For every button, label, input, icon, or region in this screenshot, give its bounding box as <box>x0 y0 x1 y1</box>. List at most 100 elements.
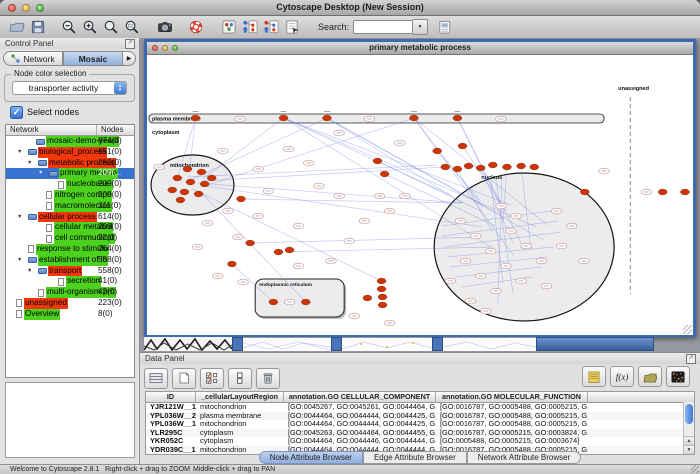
selected-gene-node[interactable] <box>503 164 512 170</box>
selected-gene-node[interactable] <box>194 191 203 197</box>
table-row[interactable]: YLR295Ccytoplasm[GO:0045263, GO:0044464,… <box>146 429 694 438</box>
expand-arrow-icon[interactable]: ▼ <box>27 160 32 166</box>
session-doc-icon[interactable] <box>436 18 454 36</box>
selected-gene-node[interactable] <box>377 278 386 284</box>
table-cell[interactable]: [GO:0016787, GO:0005488, GO:0005215, G..… <box>436 412 588 421</box>
selected-gene-node[interactable] <box>323 115 332 121</box>
graph-edge[interactable] <box>284 118 491 247</box>
selected-gene-node[interactable] <box>458 143 467 149</box>
tree-node-label[interactable]: transport <box>48 266 82 277</box>
float-panel-icon[interactable]: ↗ <box>125 39 135 49</box>
delete-attribute-button[interactable] <box>256 368 280 389</box>
selected-gene-node[interactable] <box>441 164 450 170</box>
expand-arrow-icon[interactable]: ▼ <box>17 257 22 263</box>
float-panel-icon[interactable]: ↗ <box>686 354 696 364</box>
tab-edge-attribute-browser[interactable]: Edge Attribute Browser <box>363 451 467 464</box>
selected-gene-node[interactable] <box>580 189 589 195</box>
table-cell[interactable]: cytoplasm <box>196 429 284 438</box>
table-cell[interactable]: YLR295C <box>146 429 196 438</box>
tree-row[interactable]: cellular metabol209(0) <box>6 222 134 233</box>
expand-arrow-icon[interactable]: ▼ <box>17 149 22 155</box>
table-cell[interactable]: [GO:0044464, GO:0044444, GO:0044425, G..… <box>284 420 436 429</box>
table-cell[interactable]: YPL036W__2 <box>146 412 196 421</box>
table-cell[interactable]: YPL036W__1 <box>146 420 196 429</box>
table-cell[interactable]: [GO:0016787, GO:0005488, GO:0005215, G..… <box>436 420 588 429</box>
table-cell[interactable]: plasma membrane <box>196 412 284 421</box>
selected-gene-node[interactable] <box>279 115 288 121</box>
annotation-icon[interactable] <box>283 18 301 36</box>
background-window-border[interactable] <box>331 337 342 351</box>
table-row[interactable]: YPL036W__1mitochondrion[GO:0044464, GO:0… <box>146 420 694 429</box>
expand-arrow-icon[interactable]: ▼ <box>38 170 43 176</box>
selected-gene-node[interactable] <box>378 294 387 300</box>
tab-network-attribute-browser[interactable]: Network Attribute Browser <box>467 451 581 464</box>
selected-gene-node[interactable] <box>246 240 255 246</box>
table-cell[interactable]: [GO:0005488, GO:0005215, GO:0003674] <box>436 437 588 446</box>
tree-row[interactable]: ▼establishment of lo558(0) <box>6 255 134 266</box>
birds-eye-view[interactable] <box>5 382 135 458</box>
attribute-notes-button[interactable] <box>582 366 606 387</box>
checked-attributes-button[interactable] <box>200 368 224 389</box>
selected-gene-node[interactable] <box>378 302 387 308</box>
selected-gene-node[interactable] <box>373 158 382 164</box>
table-cell[interactable]: mitochondrion <box>196 420 284 429</box>
expand-arrow-icon[interactable]: ▼ <box>17 214 22 220</box>
selected-gene-node[interactable] <box>173 175 182 181</box>
network-graph[interactable]: plasma membranecytoplasmmitochondrionnuc… <box>147 55 693 335</box>
scroll-up-arrow[interactable]: ▲ <box>684 436 694 445</box>
table-cell[interactable]: cytoplasm <box>196 437 284 446</box>
selected-gene-node[interactable] <box>180 189 189 195</box>
background-window[interactable] <box>243 337 331 351</box>
graph-edge[interactable] <box>284 118 537 227</box>
tab-overflow-arrow[interactable]: ▶ <box>123 51 136 66</box>
selected-gene-node[interactable] <box>517 163 526 169</box>
table-scrollbar[interactable]: ▲ ▼ <box>683 402 694 454</box>
tree-row[interactable]: ▼primary metabo209(... <box>6 168 134 179</box>
table-row[interactable]: YPL036W__2plasma membrane[GO:0044464, GO… <box>146 412 694 421</box>
selected-gene-node[interactable] <box>197 169 206 175</box>
select-attributes-button[interactable] <box>144 368 168 389</box>
table-row[interactable]: YJR121W__1mitochondrion[GO:0045267, GO:0… <box>146 403 694 412</box>
selected-gene-node[interactable] <box>176 197 185 203</box>
tree-row[interactable]: ▼transport558(0) <box>6 266 134 277</box>
selected-gene-node[interactable] <box>227 261 236 267</box>
background-window[interactable] <box>342 337 432 351</box>
tree-node-label[interactable]: secretion <box>66 276 101 287</box>
selected-gene-node[interactable] <box>269 299 278 305</box>
import-attributes-button[interactable] <box>638 366 662 387</box>
table-cell[interactable]: [GO:0044464, GO:0044444, GO:0044425, G..… <box>284 412 436 421</box>
selected-gene-node[interactable] <box>301 299 310 305</box>
search-input[interactable] <box>353 20 413 34</box>
formula-builder-button[interactable]: f(x) <box>610 366 634 387</box>
column-header[interactable]: _cellularLayoutRegion <box>196 392 284 402</box>
selected-gene-node[interactable] <box>453 166 462 172</box>
tab-node-attribute-browser[interactable]: Node Attribute Browser <box>259 451 363 464</box>
tree-node-label[interactable]: unassigned <box>24 298 68 309</box>
tree-row[interactable]: macromolecule311(0) <box>6 201 134 212</box>
selected-gene-node[interactable] <box>363 295 372 301</box>
table-cell[interactable]: [GO:0045267, GO:0045261, GO:0044464, G..… <box>284 403 436 412</box>
table-cell[interactable]: [GO:0016787, GO:0005488, GO:0005215, G..… <box>436 403 588 412</box>
tree-node-label[interactable]: cellular process <box>38 212 97 223</box>
unchecked-attributes-button[interactable] <box>228 368 252 389</box>
attribute-matrix-button[interactable] <box>666 366 690 387</box>
selected-gene-node[interactable] <box>191 115 200 121</box>
graph-edge[interactable] <box>241 199 462 203</box>
selected-gene-node[interactable] <box>285 247 294 253</box>
selected-gene-node[interactable] <box>237 196 246 202</box>
tree-row[interactable]: nitrogen compo209(0) <box>6 190 134 201</box>
background-window-border[interactable] <box>232 337 243 351</box>
node-tool-icon[interactable] <box>262 18 280 36</box>
table-cell[interactable]: [GO:0044464, GO:0044446, GO:0044444, G..… <box>284 437 436 446</box>
table-cell[interactable]: mitochondrion <box>196 403 284 412</box>
save-icon[interactable] <box>29 18 47 36</box>
zoom-fit-icon[interactable] <box>102 18 120 36</box>
scrollbar-thumb[interactable] <box>685 404 693 424</box>
tree-row[interactable]: Overview8(0) <box>6 309 134 320</box>
tree-row[interactable]: multi-organism pro42(0) <box>6 287 134 298</box>
selected-gene-node[interactable] <box>658 189 667 195</box>
selected-gene-node[interactable] <box>183 166 192 172</box>
column-header[interactable]: annotation.GO CELLULAR_COMPONENT <box>284 392 436 402</box>
graph-edge[interactable] <box>414 118 483 207</box>
app-resize-grip[interactable] <box>691 465 699 473</box>
